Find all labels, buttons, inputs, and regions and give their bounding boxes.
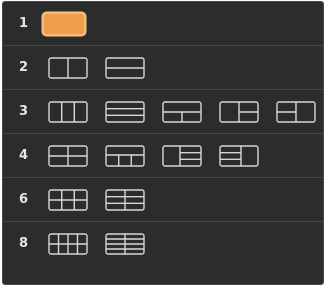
screen-layout-picker: 1 2 3 4 6 8: [2, 1, 324, 285]
layout-4-right-three-left-icon: [219, 145, 259, 167]
layout-4-right-three-left-option[interactable]: [216, 143, 262, 169]
layout-4-left-three-right-option[interactable]: [159, 143, 205, 169]
layout-row-8: 8: [3, 222, 323, 266]
layout-4-top-three-bottom-icon: [105, 145, 145, 167]
layout-8-grid-2x4-option[interactable]: [102, 231, 148, 257]
layout-2-rows-option[interactable]: [102, 55, 148, 81]
layout-4-grid-icon: [48, 145, 88, 167]
layout-3-top-bottom-split-option[interactable]: [159, 99, 205, 125]
layout-6-grid-2x3-icon: [105, 189, 145, 211]
layout-2-columns-option[interactable]: [45, 55, 91, 81]
layout-8-grid-4x2-option[interactable]: [45, 231, 91, 257]
layout-1-single-icon: [41, 11, 87, 37]
layout-row-1: 1: [3, 2, 323, 46]
layout-3-columns-icon: [48, 101, 88, 123]
layout-3-left-right-split-icon: [219, 101, 259, 123]
row-label: 4: [19, 148, 29, 163]
layout-row-4: 4: [3, 134, 323, 178]
layout-4-grid-option[interactable]: [45, 143, 91, 169]
layout-8-grid-2x4-icon: [105, 233, 145, 255]
row-label: 6: [19, 192, 29, 207]
layout-3-top-bottom-split-icon: [162, 101, 202, 123]
layout-row-6: 6: [3, 178, 323, 222]
layout-3-left-right-split-option[interactable]: [216, 99, 262, 125]
row-label: 2: [19, 60, 29, 75]
layout-2-rows-icon: [105, 57, 145, 79]
layout-3-right-left-split-icon: [276, 101, 316, 123]
row-label: 8: [19, 236, 29, 251]
layout-1-single-option[interactable]: [41, 11, 87, 37]
row-label: 3: [19, 104, 29, 119]
layout-2-columns-icon: [48, 57, 88, 79]
layout-3-right-left-split-option[interactable]: [273, 99, 319, 125]
layout-3-rows-option[interactable]: [102, 99, 148, 125]
layout-6-grid-3x2-icon: [48, 189, 88, 211]
layout-4-top-three-bottom-option[interactable]: [102, 143, 148, 169]
layout-3-columns-option[interactable]: [45, 99, 91, 125]
layout-row-3: 3: [3, 90, 323, 134]
layout-row-2: 2: [3, 46, 323, 90]
layout-6-grid-2x3-option[interactable]: [102, 187, 148, 213]
row-label: 1: [19, 16, 29, 31]
layout-8-grid-4x2-icon: [48, 233, 88, 255]
layout-4-left-three-right-icon: [162, 145, 202, 167]
layout-3-rows-icon: [105, 101, 145, 123]
layout-6-grid-3x2-option[interactable]: [45, 187, 91, 213]
